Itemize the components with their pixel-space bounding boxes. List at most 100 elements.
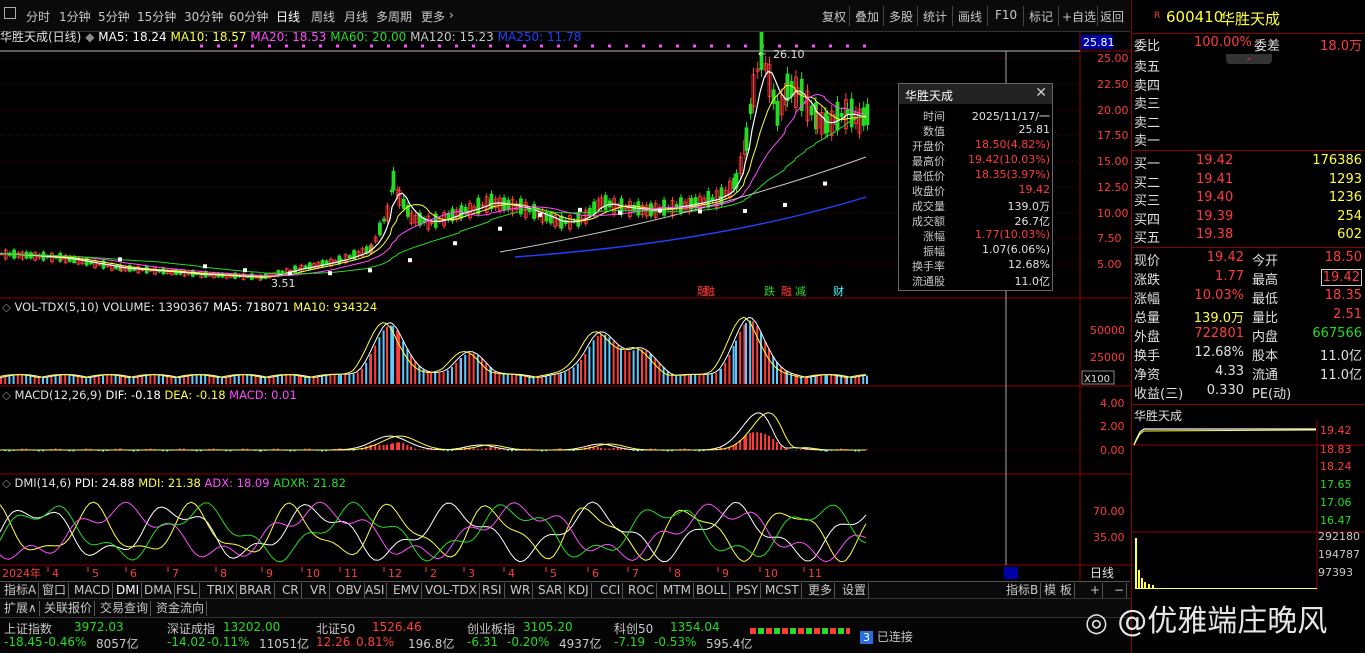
dmi-indicator-name[interactable]: DMI(14,6)	[15, 476, 72, 490]
indicator-tab-指标A[interactable]: 指标A	[2, 583, 40, 598]
indicator-tab-right[interactable]: 指标B	[1004, 583, 1042, 598]
bid-row[interactable]: 买二 19.41 1293	[1134, 172, 1364, 191]
vol-indicator-name[interactable]: VOL-TDX(5,10)	[15, 300, 99, 314]
mark-button[interactable]: 标记	[1029, 8, 1053, 25]
index-name: 深证成指	[167, 622, 216, 636]
fuquan-button[interactable]: 复权	[822, 8, 846, 25]
indicator-tab-DMI[interactable]: DMI	[114, 583, 143, 598]
ma-marker	[328, 271, 332, 276]
event-rong-1b[interactable]: 融	[704, 285, 715, 298]
indicator-tab-设置[interactable]: 设置	[840, 583, 870, 598]
indicator-tab-EMV[interactable]: EMV	[391, 583, 423, 598]
event-jian[interactable]: 减	[795, 285, 806, 298]
period-intraday[interactable]: 分时	[26, 8, 50, 25]
volume-bar	[221, 377, 223, 384]
period-15min[interactable]: 15分钟	[137, 8, 176, 25]
volume-bar	[810, 377, 813, 384]
indicator-tab-BRAR[interactable]: BRAR	[237, 583, 275, 598]
high-annotation-arrow: ←	[758, 49, 766, 60]
indicator-tab-BOLL[interactable]: BOLL	[694, 583, 730, 598]
event-cai[interactable]: 财	[833, 284, 844, 298]
back-button[interactable]: 返回	[1100, 8, 1124, 25]
ma40-line	[0, 113, 867, 275]
bottom-tab[interactable]: 关联报价	[42, 601, 96, 616]
ask-row[interactable]: 卖四	[1134, 75, 1364, 94]
ask-row[interactable]: 卖一	[1134, 130, 1364, 149]
chevron-right-icon[interactable]: ›	[449, 8, 454, 22]
indicator-tab-TRIX[interactable]: TRIX	[205, 583, 238, 598]
indicator-tab-DMA[interactable]: DMA	[142, 583, 175, 598]
period-30min[interactable]: 30分钟	[184, 8, 223, 25]
event-die[interactable]: 跌	[764, 284, 775, 298]
bottom-tab[interactable]: 扩展∧	[2, 601, 40, 616]
candle-body	[839, 113, 844, 117]
volume-bar	[426, 371, 429, 384]
indicator-tab-MTM[interactable]: MTM	[661, 583, 695, 598]
indicator-tab-KDJ[interactable]: KDJ	[566, 583, 592, 598]
info-value: 18.35(3.97%)	[974, 168, 1050, 181]
ma-marker	[453, 241, 457, 246]
period-more[interactable]: 更多	[421, 8, 445, 25]
period-5min[interactable]: 5分钟	[98, 8, 130, 25]
ask-row[interactable]: 卖二	[1134, 112, 1364, 131]
info-row: 流通股 11.0亿	[899, 273, 1054, 288]
bid-row[interactable]: 买四 19.39 254	[1134, 209, 1364, 228]
period-weekly[interactable]: 周线	[311, 8, 335, 25]
vol-panel-handle-icon[interactable]: ◇	[2, 300, 11, 314]
volume-bar	[325, 375, 328, 384]
mini-intraday-chart[interactable]: 19.42 18.83 18.24 17.65 17.06 16.47 292180 1947…	[1132, 420, 1365, 590]
f10-button[interactable]: F10	[995, 8, 1017, 22]
indicator-tab-PSY[interactable]: PSY	[734, 583, 762, 598]
connection-status[interactable]: 3 已连接	[860, 628, 913, 645]
macd-bar	[476, 448, 479, 450]
bottom-tab[interactable]: 交易查询	[98, 601, 152, 616]
layout-toggle-icon[interactable]	[4, 7, 16, 19]
ask-row[interactable]: 卖三	[1134, 93, 1364, 112]
indicator-tab-SAR[interactable]: SAR	[536, 583, 566, 598]
multi-stock-button[interactable]: 多股	[889, 8, 913, 25]
macd-indicator-name[interactable]: MACD(12,26,9)	[15, 388, 102, 402]
indicator-tab-right[interactable]: 模 板	[1042, 583, 1075, 598]
macd-bar	[481, 448, 483, 450]
candle-body	[744, 127, 749, 151]
dmi-panel-handle-icon[interactable]: ◇	[2, 476, 11, 490]
indicator-tab-VR[interactable]: VR	[308, 583, 330, 598]
macd-panel-handle-icon[interactable]: ◇	[2, 388, 11, 402]
index-value-cell: 3105.20	[523, 620, 573, 634]
info-key: 成交额	[912, 215, 945, 228]
period-1min[interactable]: 1分钟	[59, 8, 91, 25]
indicator-tab-MCST[interactable]: MCST	[763, 583, 802, 598]
indicator-tab-更多[interactable]: 更多	[806, 583, 836, 598]
indicator-tab-RSI[interactable]: RSI	[480, 583, 505, 598]
indicator-tab-CR[interactable]: CR	[280, 583, 302, 598]
bid-row[interactable]: 买三 19.40 1236	[1134, 190, 1364, 209]
indicator-tab-CCI[interactable]: CCI	[598, 583, 624, 598]
overlay-button[interactable]: 叠加	[855, 8, 879, 25]
dmi-adxr: ADXR: 21.82	[273, 476, 346, 490]
bid-row[interactable]: 买一 19.42 176386	[1134, 153, 1364, 172]
event-rong-2[interactable]: 融	[781, 285, 792, 298]
period-daily[interactable]: 日线	[276, 8, 300, 25]
indicator-tab-MACD[interactable]: MACD	[72, 583, 113, 598]
period-60min[interactable]: 60分钟	[229, 8, 268, 25]
stock-name: 华胜天成	[1220, 10, 1281, 28]
index-pct: -0.20%	[507, 635, 550, 649]
close-icon[interactable]: ✕	[1035, 85, 1047, 101]
add-watchlist-button[interactable]: +自选	[1062, 8, 1096, 25]
indicator-tab-VOL-TDX[interactable]: VOL-TDX	[423, 583, 480, 598]
bid-row[interactable]: 买五 19.38 602	[1134, 227, 1364, 246]
period-multi[interactable]: 多周期	[376, 8, 412, 25]
stats-button[interactable]: 统计	[923, 8, 947, 25]
ask-row[interactable]: 卖五	[1134, 56, 1364, 75]
info-value: 26.7亿	[1014, 215, 1051, 228]
period-monthly[interactable]: 月线	[344, 8, 368, 25]
indicator-tab-ROC[interactable]: ROC	[626, 583, 658, 598]
indicator-tab-OBV[interactable]: OBV	[334, 583, 365, 598]
indicator-tab-FSL[interactable]: FSL	[174, 583, 200, 598]
bottom-tab[interactable]: 资金流向	[154, 601, 208, 616]
index-pct-cell: -0.46%	[44, 635, 86, 649]
draw-line-button[interactable]: 画线	[958, 8, 982, 25]
indicator-tab-窗口[interactable]: 窗口	[40, 583, 70, 598]
indicator-tab-WR[interactable]: WR	[508, 583, 534, 598]
indicator-tab-ASI[interactable]: ASI	[363, 583, 388, 598]
